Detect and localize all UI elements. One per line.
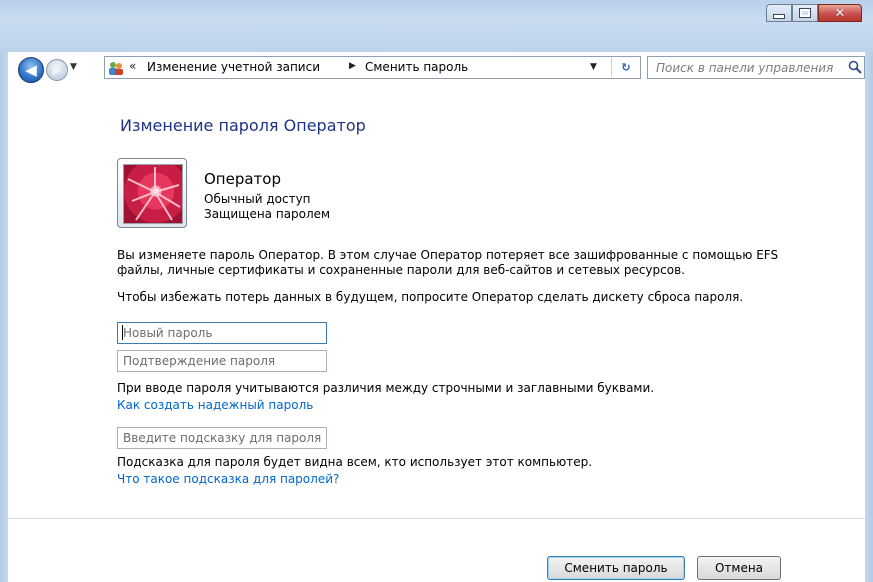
strong-password-link[interactable]: Как создать надежный пароль <box>117 398 313 412</box>
breadcrumb-separator-icon[interactable]: ▶ <box>349 61 356 71</box>
warning-text-line2: файлы, личные сертификаты и сохраненные … <box>117 263 685 277</box>
search-placeholder: Поиск в панели управления <box>656 61 834 75</box>
maximize-button[interactable] <box>792 4 818 22</box>
breadcrumb-change-account[interactable]: Изменение учетной записи <box>147 60 320 74</box>
minimize-button[interactable] <box>766 4 792 22</box>
back-button[interactable]: ◀ <box>18 57 44 83</box>
close-button[interactable]: ✕ <box>818 4 862 22</box>
case-sensitivity-note: При вводе пароля учитываются различия ме… <box>117 381 655 395</box>
warning-text-line1: Вы изменяете пароль Оператор. В этом слу… <box>117 248 779 262</box>
change-password-button[interactable]: Сменить пароль <box>547 556 685 580</box>
minimize-icon <box>773 13 785 19</box>
user-password-status: Защищена паролем <box>204 207 331 221</box>
maximize-icon <box>800 9 810 17</box>
window-frame-left <box>0 52 8 582</box>
search-box[interactable]: Поиск в панели управления <box>647 56 865 79</box>
user-name: Оператор <box>204 170 281 188</box>
close-icon: ✕ <box>834 5 846 21</box>
address-dropdown-icon[interactable]: ▼ <box>590 62 597 72</box>
cancel-button[interactable]: Отмена <box>697 556 781 580</box>
starfish-icon <box>127 167 181 221</box>
window-title-bar[interactable] <box>0 0 873 52</box>
user-access-level: Обычный доступ <box>204 192 311 206</box>
forward-arrow-icon: ▶ <box>52 63 62 77</box>
address-bar[interactable]: « Изменение учетной записи ▶ Сменить пар… <box>104 56 641 79</box>
window-frame-right <box>865 52 873 582</box>
new-password-input[interactable] <box>117 322 327 344</box>
footer-divider <box>8 518 865 519</box>
text-caret <box>122 325 123 340</box>
hint-visibility-note: Подсказка для пароля будет видна всем, к… <box>117 455 593 469</box>
page-title: Изменение пароля Оператор <box>120 116 366 135</box>
password-hint-input[interactable] <box>117 427 327 449</box>
refresh-button[interactable]: ↻ <box>611 58 640 77</box>
forward-button[interactable]: ▶ <box>46 59 68 81</box>
user-accounts-icon <box>109 62 123 75</box>
avatar <box>117 158 187 228</box>
search-icon[interactable] <box>848 60 862 74</box>
back-arrow-icon: ◀ <box>25 61 37 79</box>
reset-disk-advice: Чтобы избежать потерь данных в будущем, … <box>117 290 744 304</box>
password-hint-help-link[interactable]: Что такое подсказка для паролей? <box>117 472 339 486</box>
confirm-password-input[interactable] <box>117 350 327 372</box>
breadcrumb-change-password[interactable]: Сменить пароль <box>365 60 468 74</box>
caption-buttons: ✕ <box>766 4 862 22</box>
breadcrumb-overflow-icon[interactable]: « <box>129 59 136 73</box>
avatar-image <box>123 164 183 224</box>
recent-pages-dropdown-icon[interactable]: ▼ <box>70 62 77 72</box>
refresh-icon: ↻ <box>621 61 631 74</box>
